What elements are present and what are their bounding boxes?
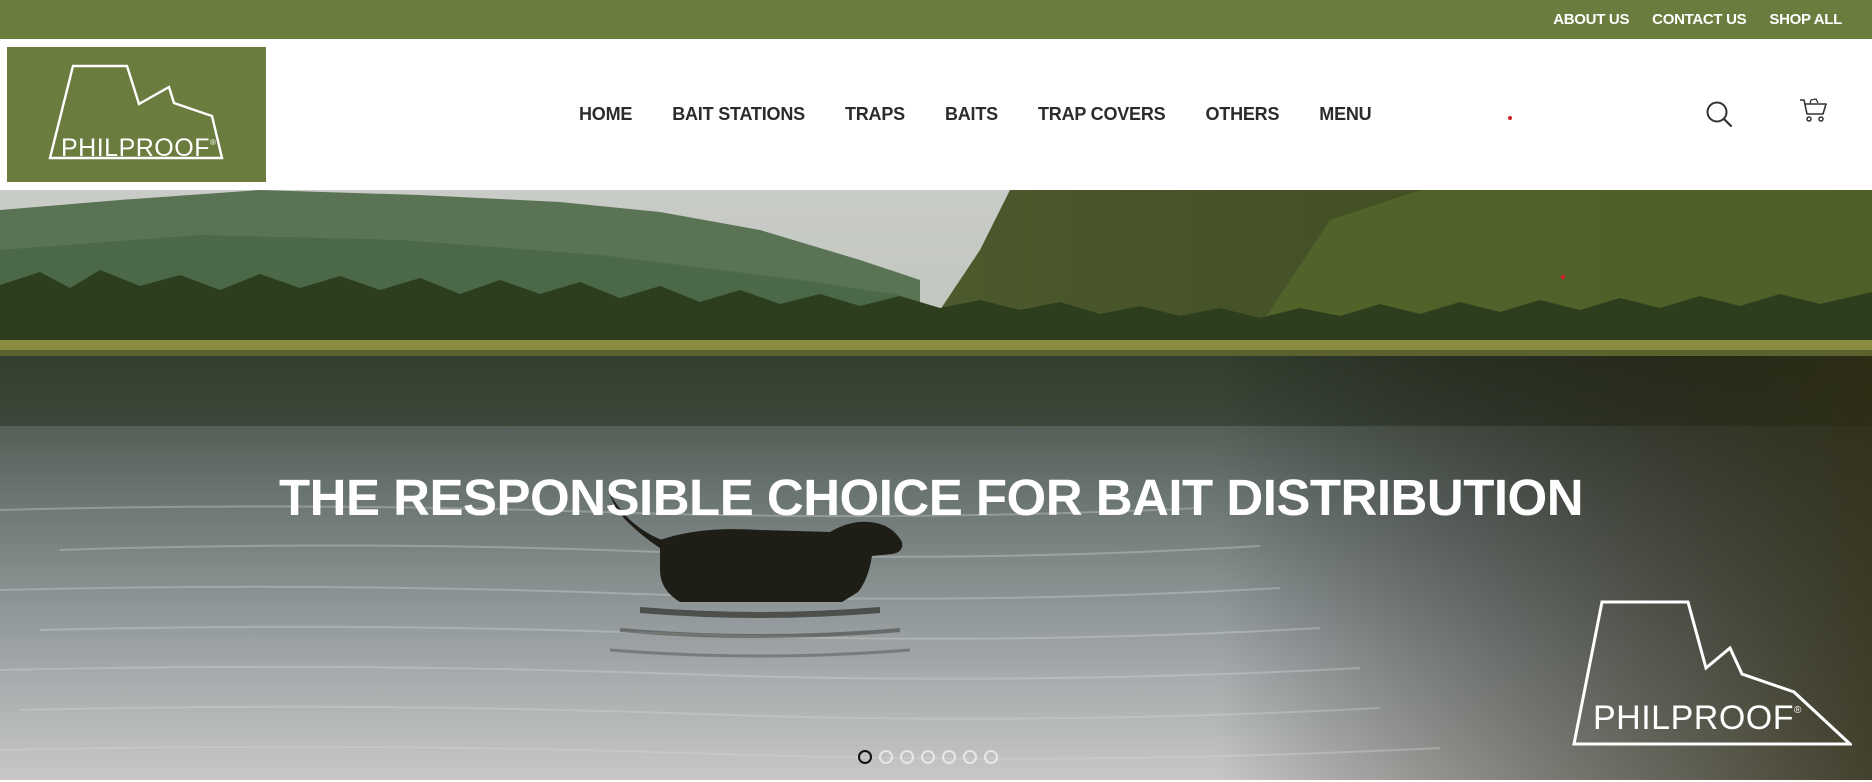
nav-item-bait-stations[interactable]: BAIT STATIONS: [672, 104, 805, 125]
nav-item-others[interactable]: OTHERS: [1205, 104, 1279, 125]
about-us-link[interactable]: ABOUT US: [1553, 11, 1629, 28]
site-header: PHILPROOF® HOME BAIT STATIONS TRAPS BAIT…: [0, 39, 1872, 190]
slide-dot-2[interactable]: [879, 750, 893, 764]
search-icon: [1706, 101, 1733, 128]
hero-logo-wordmark: PHILPROOF®: [1593, 699, 1802, 738]
nav-item-baits[interactable]: BAITS: [945, 104, 998, 125]
nav-item-menu[interactable]: MENU: [1319, 104, 1371, 125]
hero-registered-mark: ®: [1793, 705, 1802, 716]
cart-icon: [1800, 98, 1827, 122]
nav-item-trap-covers[interactable]: TRAP COVERS: [1038, 104, 1166, 125]
cart-button[interactable]: [1798, 95, 1828, 125]
registered-mark: ®: [209, 138, 217, 147]
hero-title: THE RESPONSIBLE CHOICE FOR BAIT DISTRIBU…: [278, 469, 1584, 526]
contact-us-link[interactable]: CONTACT US: [1652, 11, 1747, 28]
slide-dot-7[interactable]: [984, 750, 998, 764]
top-utility-bar: ABOUT US CONTACT US SHOP ALL: [0, 0, 1872, 39]
top-links: ABOUT US CONTACT US SHOP ALL: [1553, 0, 1842, 39]
slide-dot-3[interactable]: [900, 750, 914, 764]
nav-item-traps[interactable]: TRAPS: [845, 104, 905, 125]
hero-logo-wordmark-text: PHILPROOF: [1593, 699, 1794, 737]
slide-dot-6[interactable]: [963, 750, 977, 764]
slide-dot-5[interactable]: [942, 750, 956, 764]
slide-dot-1[interactable]: [858, 750, 872, 764]
hero-slider: THE RESPONSIBLE CHOICE FOR BAIT DISTRIBU…: [0, 190, 1872, 780]
logo-wordmark-text: PHILPROOF: [61, 134, 210, 162]
slide-dot-4[interactable]: [921, 750, 935, 764]
logo-wordmark: PHILPROOF®: [61, 134, 216, 163]
hero-indicator-dot: [1560, 274, 1566, 280]
slider-pagination: [858, 750, 998, 764]
search-button[interactable]: [1704, 99, 1734, 129]
indicator-dot: [1508, 116, 1512, 120]
nav-item-home[interactable]: HOME: [579, 104, 632, 125]
shop-all-link[interactable]: SHOP ALL: [1769, 11, 1842, 28]
main-nav: HOME BAIT STATIONS TRAPS BAITS TRAP COVE…: [579, 39, 1372, 190]
site-logo[interactable]: PHILPROOF®: [7, 47, 266, 182]
